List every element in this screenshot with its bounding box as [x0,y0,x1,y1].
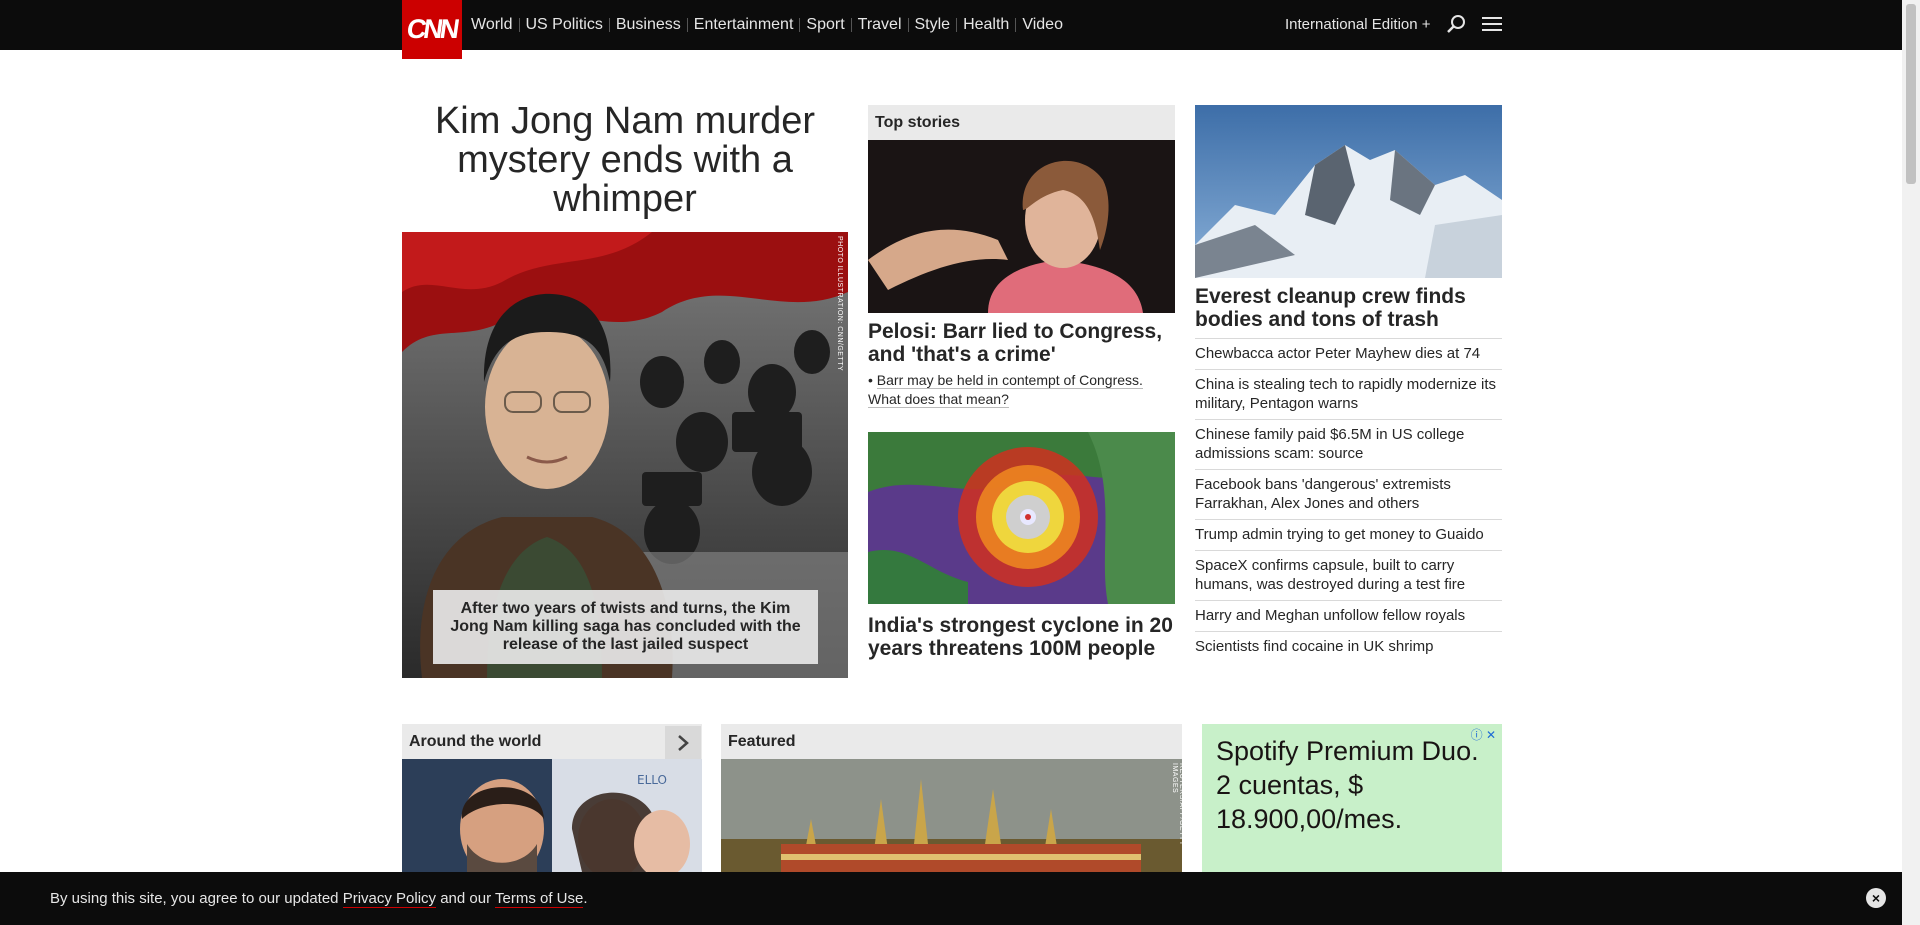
edition-selector[interactable]: International Edition + [1285,16,1431,33]
list-item[interactable]: Chinese family paid $6.5M in US college … [1195,419,1502,469]
hero-headline[interactable]: Kim Jong Nam murder mystery ends with a … [402,102,848,219]
cyclone-headline[interactable]: India's strongest cyclone in 20 years th… [868,614,1175,660]
list-item[interactable]: Harry and Meghan unfollow fellow royals [1195,600,1502,631]
cyclone-image[interactable] [868,432,1175,604]
everest-headline[interactable]: Everest cleanup crew finds bodies and to… [1195,285,1500,331]
list-item[interactable]: Scientists find cocaine in UK shrimp [1195,631,1502,662]
nav-video[interactable]: Video [1015,17,1069,33]
featured-image[interactable]: REUTERS/AFP/GETTY IMAGES [721,759,1182,872]
featured-photo-credit: REUTERS/AFP/GETTY IMAGES [1171,763,1182,846]
main-nav: World US Politics Business Entertainment… [471,0,1069,50]
cookie-middle: and our [436,890,495,907]
pelosi-image[interactable] [868,140,1175,313]
around-the-world-heading: Around the world [402,724,702,759]
nav-style[interactable]: Style [907,17,957,33]
logo-text: CNN [405,14,459,44]
photo-credit: PHOTO ILLUSTRATION: CNN/GETTY [836,236,843,372]
barr-contempt-link[interactable]: • Barr may be held in contempt of Congre… [868,371,1168,409]
featured-temple-photo [721,759,1182,872]
everest-photo [1195,105,1502,278]
svg-text:ELLO: ELLO [637,773,667,787]
cookie-consent-text: By using this site, you agree to our upd… [50,890,588,908]
everest-image[interactable] [1195,105,1502,278]
privacy-policy-link[interactable]: Privacy Policy [342,890,437,908]
nav-sport[interactable]: Sport [799,17,850,33]
top-stories-heading: Top stories [868,105,1175,140]
close-icon[interactable]: × [1866,888,1886,908]
menu-icon[interactable] [1482,16,1502,32]
cyclone-satellite-map [868,432,1175,604]
barr-contempt-text: Barr may be held in contempt of Congress… [868,372,1143,408]
scrollbar-thumb[interactable] [1906,4,1916,184]
cookie-consent-bar: By using this site, you agree to our upd… [0,872,1902,925]
list-item[interactable]: Trump admin trying to get money to Guaid… [1195,519,1502,550]
nav-us-politics[interactable]: US Politics [518,17,609,33]
nav-world[interactable]: World [471,17,519,33]
around-the-world-next-button[interactable] [665,726,701,759]
ad-text: Spotify Premium Duo. 2 cuentas, $ 18.900… [1216,736,1479,834]
page-scrollbar[interactable] [1902,0,1920,925]
hero-caption[interactable]: After two years of twists and turns, the… [433,590,818,664]
cookie-prefix: By using this site, you agree to our upd… [50,890,343,907]
cookie-suffix: . [583,890,588,907]
pelosi-photo [868,140,1175,313]
nav-entertainment[interactable]: Entertainment [686,17,800,33]
featured-heading: Featured [721,724,1182,759]
headline-list: Chewbacca actor Peter Mayhew dies at 74 … [1195,338,1502,662]
top-nav-bar: CNN World US Politics Business Entertain… [0,0,1902,59]
cnn-logo[interactable]: CNN [402,0,462,59]
list-item[interactable]: Facebook bans 'dangerous' extremists Far… [1195,469,1502,519]
chevron-right-icon [678,734,689,751]
terms-of-use-link[interactable]: Terms of Use [495,890,584,908]
around-the-world-photo: ELLO [402,759,702,872]
nav-business[interactable]: Business [608,17,687,33]
list-item[interactable]: SpaceX confirms capsule, built to carry … [1195,550,1502,600]
search-icon[interactable] [1446,14,1466,34]
spotify-ad[interactable]: ⓘ ✕ Spotify Premium Duo. 2 cuentas, $ 18… [1202,724,1502,884]
list-item[interactable]: China is stealing tech to rapidly modern… [1195,369,1502,419]
around-the-world-image[interactable]: ELLO [402,759,702,872]
pelosi-headline[interactable]: Pelosi: Barr lied to Congress, and 'that… [868,320,1168,366]
nav-travel[interactable]: Travel [850,17,908,33]
list-item[interactable]: Chewbacca actor Peter Mayhew dies at 74 [1195,338,1502,369]
nav-health[interactable]: Health [956,17,1015,33]
